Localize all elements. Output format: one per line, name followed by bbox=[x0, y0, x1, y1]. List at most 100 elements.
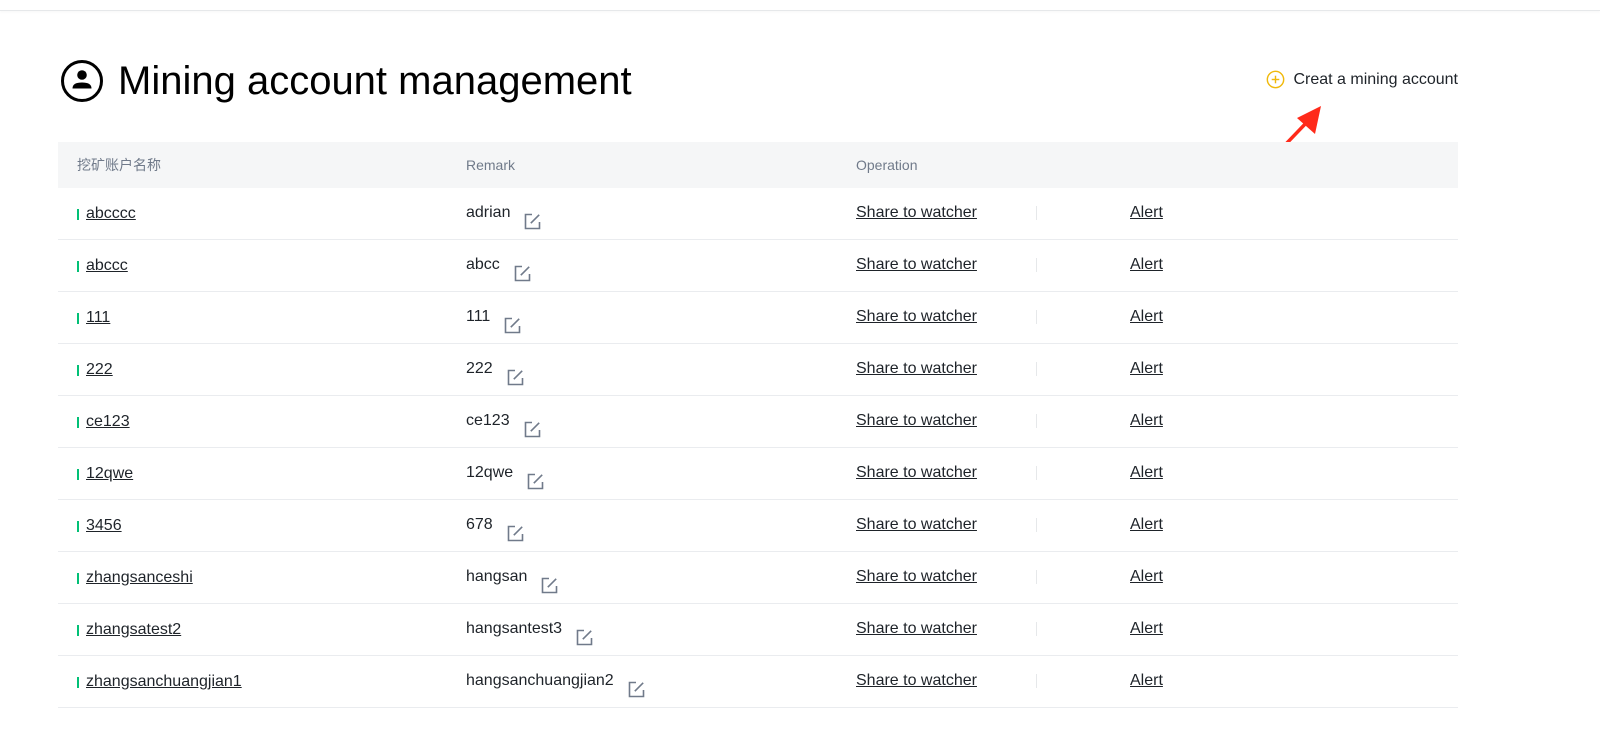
alert-link[interactable]: Alert bbox=[1130, 292, 1163, 342]
create-mining-account-button[interactable]: Creat a mining account bbox=[1266, 70, 1458, 89]
account-name-link[interactable]: zhangsanchuangjian1 bbox=[86, 656, 242, 708]
share-to-watcher-link[interactable]: Share to watcher bbox=[856, 240, 977, 290]
share-to-watcher-link[interactable]: Share to watcher bbox=[856, 552, 977, 602]
account-name-link[interactable]: 3456 bbox=[86, 500, 122, 552]
table-header: 挖矿账户名称 Remark Operation bbox=[58, 142, 1458, 188]
alert-link[interactable]: Alert bbox=[1130, 552, 1163, 602]
account-name-link[interactable]: zhangsanceshi bbox=[86, 552, 193, 604]
row-status-marker bbox=[77, 261, 79, 272]
edit-icon[interactable] bbox=[527, 461, 544, 489]
alert-link[interactable]: Alert bbox=[1130, 240, 1163, 290]
table-row: zhangsatest2 hangsantest3 Share to watcher… bbox=[58, 604, 1458, 656]
operation-divider bbox=[1036, 466, 1037, 480]
row-status-marker bbox=[77, 521, 79, 532]
remark-text: 678 bbox=[466, 516, 493, 533]
remark-cell: abcc bbox=[466, 240, 531, 290]
remark-text: 222 bbox=[466, 360, 493, 377]
remark-text: hangsan bbox=[466, 568, 528, 585]
operation-divider bbox=[1036, 570, 1037, 584]
row-status-marker bbox=[77, 417, 79, 428]
remark-cell: adrian bbox=[466, 188, 541, 238]
remark-cell: hangsan bbox=[466, 552, 558, 602]
table-row: abccc abcc Share to watcher Alert bbox=[58, 240, 1458, 292]
row-status-marker bbox=[77, 209, 79, 220]
account-name-link[interactable]: 12qwe bbox=[86, 448, 133, 500]
share-to-watcher-link[interactable]: Share to watcher bbox=[856, 500, 977, 550]
remark-text: hangsanchuangjian2 bbox=[466, 672, 614, 689]
account-name-link[interactable]: abcccc bbox=[86, 188, 136, 240]
edit-icon[interactable] bbox=[507, 357, 524, 385]
remark-text: 12qwe bbox=[466, 464, 514, 481]
remark-cell: 222 bbox=[466, 344, 524, 394]
edit-icon[interactable] bbox=[507, 513, 524, 541]
table-row: zhangsanceshi hangsan Share to watcher Aler… bbox=[58, 552, 1458, 604]
remark-cell: 111 bbox=[466, 292, 521, 342]
remark-cell: 12qwe bbox=[466, 448, 544, 498]
top-header-edge bbox=[0, 0, 1600, 11]
edit-icon[interactable] bbox=[524, 201, 541, 229]
create-mining-account-label: Creat a mining account bbox=[1293, 70, 1458, 88]
edit-icon[interactable] bbox=[541, 565, 558, 593]
column-header-remark: Remark bbox=[466, 157, 516, 173]
remark-text: ce123 bbox=[466, 412, 510, 429]
operation-divider bbox=[1036, 674, 1037, 688]
edit-icon[interactable] bbox=[504, 305, 521, 333]
alert-link[interactable]: Alert bbox=[1130, 500, 1163, 550]
share-to-watcher-link[interactable]: Share to watcher bbox=[856, 604, 977, 654]
share-to-watcher-link[interactable]: Share to watcher bbox=[856, 656, 977, 706]
alert-link[interactable]: Alert bbox=[1130, 656, 1163, 706]
remark-text: 111 bbox=[466, 308, 491, 325]
operation-divider bbox=[1036, 414, 1037, 428]
edit-icon[interactable] bbox=[576, 617, 593, 645]
share-to-watcher-link[interactable]: Share to watcher bbox=[856, 448, 977, 498]
remark-cell: hangsantest3 bbox=[466, 604, 593, 654]
operation-divider bbox=[1036, 518, 1037, 532]
edit-icon[interactable] bbox=[524, 409, 541, 437]
operation-divider bbox=[1036, 622, 1037, 636]
column-header-operation: Operation bbox=[856, 157, 918, 173]
account-name-link[interactable]: abccc bbox=[86, 240, 128, 292]
table-row: ce123 ce123 Share to watcher Alert bbox=[58, 396, 1458, 448]
account-name-link[interactable]: ce123 bbox=[86, 396, 130, 448]
operation-divider bbox=[1036, 258, 1037, 272]
plus-circle-icon bbox=[1267, 70, 1285, 89]
share-to-watcher-link[interactable]: Share to watcher bbox=[856, 344, 977, 394]
remark-cell: 678 bbox=[466, 500, 524, 550]
share-to-watcher-link[interactable]: Share to watcher bbox=[856, 188, 977, 238]
table-row: 12qwe 12qwe Share to watcher Alert bbox=[58, 448, 1458, 500]
table-row: 222 222 Share to watcher Alert bbox=[58, 344, 1458, 396]
operation-divider bbox=[1036, 206, 1037, 220]
operation-divider bbox=[1036, 362, 1037, 376]
alert-link[interactable]: Alert bbox=[1130, 188, 1163, 238]
account-name-link[interactable]: zhangsatest2 bbox=[86, 604, 181, 656]
row-status-marker bbox=[77, 469, 79, 480]
remark-text: adrian bbox=[466, 204, 511, 221]
row-status-marker bbox=[77, 313, 79, 324]
user-circle-icon bbox=[61, 60, 103, 102]
account-name-link[interactable]: 222 bbox=[86, 344, 113, 396]
operation-divider bbox=[1036, 310, 1037, 324]
table-row: 111 111 Share to watcher Alert bbox=[58, 292, 1458, 344]
table-row: zhangsanchuangjian1 hangsanchuangjian2 Sha… bbox=[58, 656, 1458, 708]
row-status-marker bbox=[77, 625, 79, 636]
alert-link[interactable]: Alert bbox=[1130, 604, 1163, 654]
page-header: Mining account management Creat a mining… bbox=[60, 56, 1458, 108]
edit-icon[interactable] bbox=[628, 669, 645, 697]
alert-link[interactable]: Alert bbox=[1130, 448, 1163, 498]
remark-cell: ce123 bbox=[466, 396, 541, 446]
share-to-watcher-link[interactable]: Share to watcher bbox=[856, 292, 977, 342]
alert-link[interactable]: Alert bbox=[1130, 344, 1163, 394]
mining-accounts-table: 挖矿账户名称 Remark Operation abcccc adrian Shar… bbox=[58, 142, 1458, 708]
page-title: Mining account management bbox=[118, 59, 632, 103]
row-status-marker bbox=[77, 573, 79, 584]
table-row: 3456 678 Share to watcher Alert bbox=[58, 500, 1458, 552]
table-body: abcccc adrian Share to watcher Alert abccc ab… bbox=[58, 188, 1458, 708]
remark-cell: hangsanchuangjian2 bbox=[466, 656, 645, 706]
account-name-link[interactable]: 111 bbox=[86, 292, 110, 344]
remark-text: hangsantest3 bbox=[466, 620, 563, 637]
alert-link[interactable]: Alert bbox=[1130, 396, 1163, 446]
edit-icon[interactable] bbox=[514, 253, 531, 281]
share-to-watcher-link[interactable]: Share to watcher bbox=[856, 396, 977, 446]
row-status-marker bbox=[77, 677, 79, 688]
row-status-marker bbox=[77, 365, 79, 376]
